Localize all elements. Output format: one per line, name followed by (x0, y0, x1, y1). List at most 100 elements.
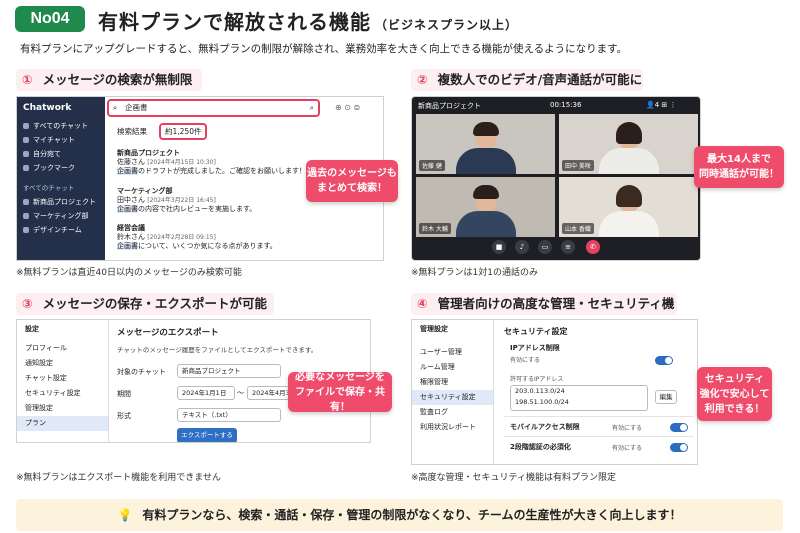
sidebar-room-1[interactable]: 新商品プロジェクト (17, 195, 105, 209)
callout-search: 過去のメッセージも まとめて検索！ (306, 160, 398, 202)
export-title: メッセージのエクスポート (117, 328, 219, 338)
admin-menu-head: 管理設定 (420, 325, 448, 333)
title-subtitle: （ビジネスプラン以上） (375, 18, 519, 32)
search-icon: ⌕ (113, 103, 118, 112)
participant-avatar (598, 185, 659, 237)
menu-item-admin[interactable]: 管理設定 (17, 401, 108, 416)
intro-text: 有料プランにアップグレードすると、無料プランの制限が解除され、業務効率を大きく向… (20, 43, 628, 55)
participant-count: 👤4 ⊞ ⋮ (646, 101, 677, 109)
page-tag: No04 (15, 6, 85, 32)
menu-item-security-settings[interactable]: セキュリティ設定 (412, 390, 493, 405)
chatwork-sidebar: Chatwork すべてのチャット マイチャット 自分宛て ブックマーク すべて… (17, 97, 105, 260)
mic-icon[interactable]: ♪ (515, 240, 529, 254)
mobile-title: モバイルアクセス制限 (510, 423, 580, 431)
call-timer: 00:15:36 (550, 101, 582, 109)
participant-avatar (455, 122, 516, 174)
menu-item-plan[interactable]: プラン (17, 416, 108, 431)
settings-menu: 設定 プロフィール 通知設定 チャット設定 セキュリティ設定 管理設定 プラン (17, 320, 109, 442)
security-panel: 管理設定 ユーザー管理 ルーム管理 権限管理 セキュリティ設定 監査ログ 利用状… (411, 319, 698, 465)
video-tile-4[interactable]: 山本 香織 (559, 177, 698, 237)
menu-item-usage[interactable]: 利用状況レポート (412, 420, 493, 435)
sidebar-section-head: すべてのチャット (23, 184, 75, 192)
sidebar-item-all[interactable]: すべてのチャット (17, 119, 105, 133)
export-desc: チャットのメッセージ履歴をファイルとしてエクスポートできます。 (117, 346, 318, 354)
video-call-panel: 新商品プロジェクト 00:15:36 👤4 ⊞ ⋮ 佐藤 健 田中 美咲 鈴木 … (411, 96, 701, 261)
footer-banner: 💡 有料プランなら、検索・通話・保存・管理の制限がなくなり、チームの生産性が大きく… (16, 499, 783, 531)
ip-edit-button[interactable]: 編集 (655, 390, 677, 404)
menu-item-perms[interactable]: 権限管理 (412, 375, 493, 390)
menu-item-profile[interactable]: プロフィール (17, 341, 108, 356)
callout-security: セキュリティ 強化で安心して 利用できる！ (697, 367, 772, 421)
ip-list[interactable]: 203.0.113.0/24 198.51.100.0/24 (510, 385, 648, 411)
section-1-header: ①メッセージの検索が無制限に (16, 69, 202, 109)
sidebar-room-3[interactable]: デザインチーム (17, 223, 105, 237)
note-security: ※高度な管理・セキュリティ機能は有料プラン限定 (411, 473, 617, 483)
menu-item-users[interactable]: ユーザー管理 (412, 345, 493, 360)
chatwork-logo: Chatwork (23, 103, 72, 113)
participant-avatar (598, 122, 659, 174)
admin-menu: 管理設定 ユーザー管理 ルーム管理 権限管理 セキュリティ設定 監査ログ 利用状… (412, 320, 494, 464)
title-text: 有料プランで解放される機能 (98, 10, 371, 34)
note-search: ※無料プランは直近40日以内のメッセージのみ検索可能 (16, 268, 242, 278)
mobile-state: 有効にする (612, 425, 643, 432)
callout-export: 必要なメッセージを ファイルで保存・共有！ (288, 372, 392, 413)
participant-name: 佐藤 健 (419, 160, 445, 171)
export-button[interactable]: エクスポートする (177, 428, 237, 442)
hangup-icon[interactable]: ✆ (586, 240, 600, 254)
format-label: 形式 (117, 412, 131, 420)
video-tile-2[interactable]: 田中 美咲 (559, 114, 698, 174)
camera-icon[interactable]: ■ (492, 240, 506, 254)
ip-enable-label: 有効にする (510, 357, 541, 364)
sidebar-item-bookmarks[interactable]: ブックマーク (17, 161, 105, 175)
results-count: 約1,250件 (159, 123, 208, 140)
twofa-toggle[interactable] (670, 443, 688, 452)
format-select[interactable]: テキスト（.txt） (177, 408, 281, 422)
chat-select[interactable]: 新商品プロジェクト (177, 364, 281, 378)
ip-allowed-label: 許可するIPアドレス (510, 376, 564, 383)
period-label: 期間 (117, 390, 131, 398)
section-3-header: ③メッセージの保存・エクスポートが可能に (16, 293, 274, 333)
participant-avatar (455, 185, 516, 237)
chat-label: 対象のチャット (117, 368, 166, 376)
search-input[interactable]: ⌕ 企画書 ⌕ (107, 99, 320, 117)
menu-item-chat[interactable]: チャット設定 (17, 371, 108, 386)
note-export: ※無料プランはエクスポート機能を利用できません (16, 473, 222, 483)
callout-video: 最大14人まで 同時通話が可能！ (694, 146, 784, 188)
date-separator: ～ (237, 389, 244, 397)
menu-item-security[interactable]: セキュリティ設定 (17, 386, 108, 401)
search-submit-icon[interactable]: ⌕ (310, 101, 314, 115)
participant-name: 山本 香織 (562, 223, 594, 234)
ip-title: IPアドレス制限 (510, 344, 560, 352)
date-from-input[interactable]: 2024年1月1日 (177, 386, 235, 400)
twofa-title: 2段階認証の必須化 (510, 443, 571, 451)
menu-item-rooms[interactable]: ルーム管理 (412, 360, 493, 375)
security-title: セキュリティ設定 (504, 327, 568, 336)
search-result-2[interactable]: マーケティング部 田中さん [2024年3月22日 16:45] 企画書の内容で社内… (117, 187, 317, 214)
settings-menu-head: 設定 (25, 325, 39, 333)
twofa-state: 有効にする (612, 445, 643, 452)
search-result-3[interactable]: 経営会議 鈴木さん [2024年2月28日 09:15] 企画書について、いくつか気… (117, 224, 317, 251)
participant-name: 鈴木 大輔 (419, 223, 451, 234)
mobile-toggle[interactable] (670, 423, 688, 432)
ip-toggle[interactable] (655, 356, 673, 365)
menu-item-audit[interactable]: 監査ログ (412, 405, 493, 420)
call-room-name: 新商品プロジェクト (418, 102, 481, 110)
footer-text: 有料プランなら、検索・通話・保存・管理の制限がなくなり、チームの生産性が大きく向… (142, 508, 682, 522)
video-tile-3[interactable]: 鈴木 大輔 (416, 177, 555, 237)
sidebar-item-mentions[interactable]: 自分宛て (17, 147, 105, 161)
screen-share-icon[interactable]: ▭ (538, 240, 552, 254)
section-2-header: ② 複数人でのビデオ/音声通話が可能に (411, 69, 643, 91)
menu-item-notify[interactable]: 通知設定 (17, 356, 108, 371)
lightbulb-icon: 💡 (117, 508, 133, 522)
chat-icon[interactable]: ≡ (561, 240, 575, 254)
search-result-1[interactable]: 新商品プロジェクト 佐藤さん [2024年4月15日 10:30] 企画書のドラフト… (117, 149, 317, 176)
toolbar-icons[interactable]: ⊕ ⊙ ⊜ (335, 103, 360, 112)
sidebar-room-2[interactable]: マーケティング部 (17, 209, 105, 223)
page-title: 有料プランで解放される機能 （ビジネスプラン以上） (98, 6, 518, 35)
video-tile-1[interactable]: 佐藤 健 (416, 114, 555, 174)
results-label: 検索結果 (117, 127, 147, 136)
section-4-header: ④管理者向けの高度な管理・セキュリティ機能 (411, 293, 677, 333)
participant-name: 田中 美咲 (562, 160, 594, 171)
sidebar-item-mychat[interactable]: マイチャット (17, 133, 105, 147)
note-video: ※無料プランは1対1の通話のみ (411, 268, 538, 278)
